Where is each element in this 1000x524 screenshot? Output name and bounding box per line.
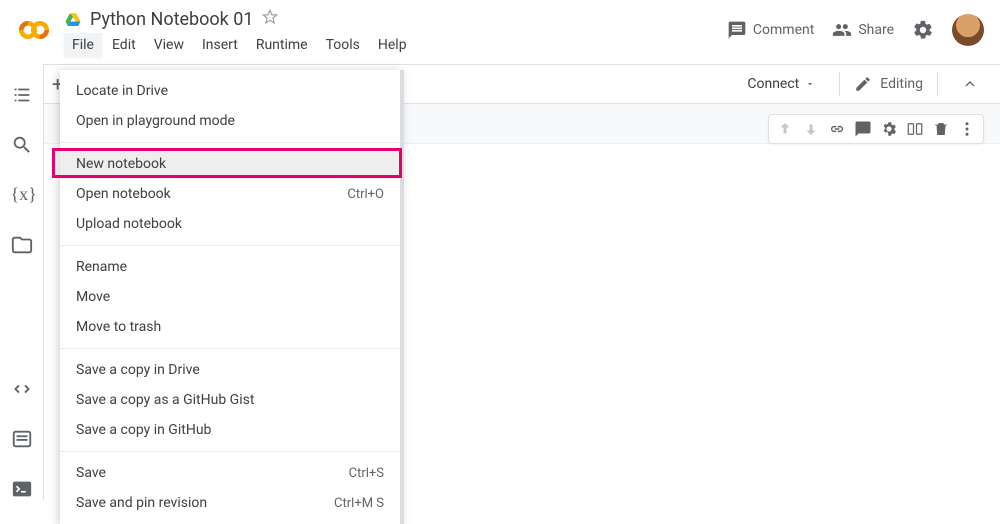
notebook-title[interactable]: Python Notebook 01 [90, 9, 253, 30]
menu-new-notebook[interactable]: New notebook [60, 149, 400, 179]
connect-label: Connect [747, 76, 799, 92]
menu-locate-drive[interactable]: Locate in Drive [60, 76, 400, 106]
title-block: Python Notebook 01 File Edit View Insert… [64, 8, 415, 57]
left-rail: {x} [0, 64, 44, 500]
gear-icon [880, 120, 898, 138]
menu-save-copy-drive[interactable]: Save a copy in Drive [60, 355, 400, 385]
menu-separator [60, 245, 400, 246]
menu-file[interactable]: File [64, 33, 102, 57]
menu-insert[interactable]: Insert [194, 33, 246, 57]
shortcut: Ctrl+S [349, 466, 384, 481]
caret-down-icon [805, 79, 815, 89]
cell-more-button[interactable] [957, 119, 977, 139]
comment-cell-button[interactable] [853, 119, 873, 139]
comment-icon [854, 120, 872, 138]
menu-separator [60, 451, 400, 452]
move-down-button[interactable] [801, 119, 821, 139]
settings-button[interactable] [912, 19, 934, 41]
divider [839, 72, 840, 96]
variables-icon[interactable]: {x} [11, 184, 33, 206]
cell-settings-button[interactable] [879, 119, 899, 139]
header: Python Notebook 01 File Edit View Insert… [0, 0, 1000, 64]
comment-icon [727, 20, 747, 40]
toc-icon[interactable] [11, 84, 33, 106]
menu-view[interactable]: View [146, 33, 192, 57]
share-button[interactable]: Share [832, 20, 894, 40]
move-up-button[interactable] [775, 119, 795, 139]
drive-icon [64, 11, 82, 29]
menu-upload-notebook[interactable]: Upload notebook [60, 209, 400, 239]
menu-save-copy-github[interactable]: Save a copy in GitHub [60, 415, 400, 445]
connect-button[interactable]: Connect [737, 70, 825, 98]
menu-save-copy-gist[interactable]: Save a copy as a GitHub Gist [60, 385, 400, 415]
share-label: Share [858, 22, 894, 38]
trash-icon [932, 120, 950, 138]
menu-rename[interactable]: Rename [60, 252, 400, 282]
header-actions: Comment Share [727, 14, 984, 46]
menu-move-trash[interactable]: Move to trash [60, 312, 400, 342]
chevron-up-icon [962, 76, 978, 92]
more-vert-icon [958, 120, 976, 138]
search-icon[interactable] [11, 134, 33, 156]
link-button[interactable] [827, 119, 847, 139]
comment-button[interactable]: Comment [727, 20, 814, 40]
menu-tools[interactable]: Tools [318, 33, 368, 57]
gear-icon [912, 19, 934, 41]
star-icon[interactable] [261, 8, 279, 31]
mirror-icon [906, 120, 924, 138]
arrow-up-icon [776, 120, 794, 138]
editing-label: Editing [880, 76, 923, 92]
menu-open-playground[interactable]: Open in playground mode [60, 106, 400, 136]
menu-separator [60, 142, 400, 143]
pencil-icon [854, 75, 872, 93]
folder-icon[interactable] [11, 234, 33, 256]
menubar: File Edit View Insert Runtime Tools Help [64, 33, 415, 57]
file-menu-dropdown: Locate in Drive Open in playground mode … [60, 70, 400, 524]
terminal-icon[interactable] [11, 478, 33, 500]
comment-label: Comment [753, 22, 814, 38]
menu-save[interactable]: SaveCtrl+S [60, 458, 400, 488]
divider [937, 72, 938, 96]
people-icon [832, 20, 852, 40]
code-icon[interactable] [11, 378, 33, 400]
editing-mode-button[interactable]: Editing [854, 75, 923, 93]
shortcut: Ctrl+M S [334, 496, 384, 511]
shortcut: Ctrl+O [347, 187, 384, 202]
menu-edit[interactable]: Edit [104, 33, 144, 57]
mirror-cell-button[interactable] [905, 119, 925, 139]
form-icon[interactable] [11, 428, 33, 450]
colab-logo [16, 12, 52, 48]
menu-help[interactable]: Help [370, 33, 415, 57]
menu-open-notebook[interactable]: Open notebookCtrl+O [60, 179, 400, 209]
menu-move[interactable]: Move [60, 282, 400, 312]
avatar[interactable] [952, 14, 984, 46]
arrow-down-icon [802, 120, 820, 138]
delete-cell-button[interactable] [931, 119, 951, 139]
cell-toolbar [768, 114, 984, 144]
menu-runtime[interactable]: Runtime [248, 33, 316, 57]
menu-separator [60, 348, 400, 349]
collapse-header-button[interactable] [952, 66, 988, 102]
menu-save-pin-revision[interactable]: Save and pin revisionCtrl+M S [60, 488, 400, 518]
link-icon [828, 120, 846, 138]
